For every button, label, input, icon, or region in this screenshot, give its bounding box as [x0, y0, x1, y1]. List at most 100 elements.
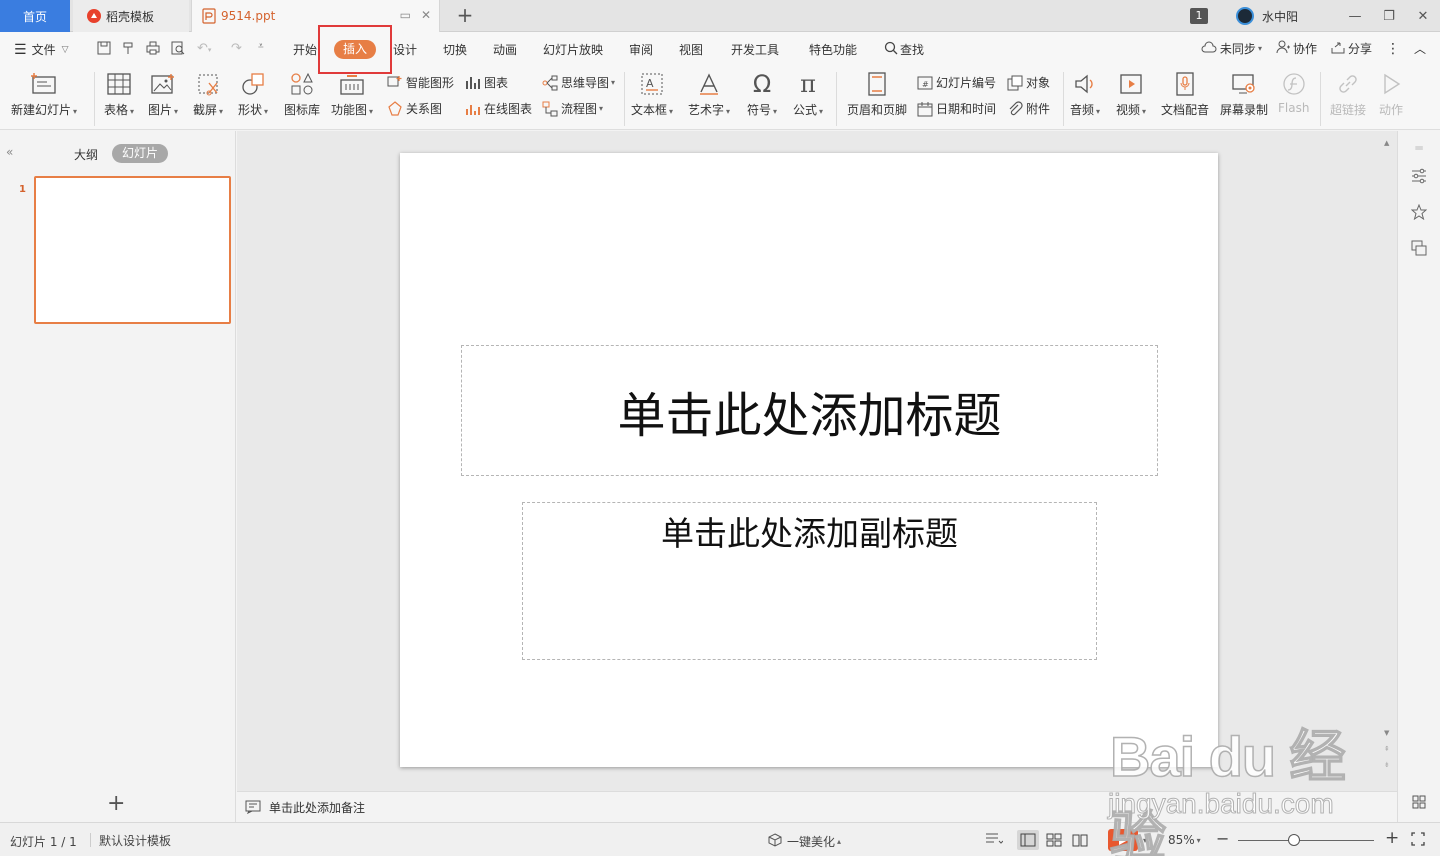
tab-close-icon[interactable]: ✕ [421, 8, 431, 22]
tab-animation[interactable]: 动画 [493, 41, 517, 58]
object-button[interactable]: 对象 [1007, 74, 1050, 91]
star-icon[interactable] [1410, 203, 1428, 221]
title-placeholder[interactable]: 单击此处添加标题 [461, 345, 1158, 476]
restore-icon[interactable]: ❐ [1372, 9, 1406, 24]
icon-library-button[interactable]: 图标库 [284, 70, 320, 118]
tab-slideshow[interactable]: 幻灯片放映 [543, 41, 603, 58]
find-button[interactable]: 查找 [884, 41, 924, 58]
collapse-panel-icon[interactable]: « [6, 145, 13, 159]
mindmap-label: 思维导图 [561, 76, 610, 90]
add-slide-button[interactable]: + [107, 791, 125, 816]
scroll-down-icon[interactable]: ▼ [1384, 729, 1389, 737]
prev-page-icon[interactable]: ⇞ [1384, 745, 1390, 753]
play-action-icon [1377, 70, 1405, 98]
tab-outline[interactable]: 大纲 [74, 146, 98, 163]
shape-button[interactable]: 形状 ▾ [238, 70, 268, 118]
collab-button[interactable]: 协作 [1276, 40, 1317, 57]
collapse-ribbon-icon[interactable]: ︿ [1414, 40, 1426, 57]
reading-view-icon[interactable] [1069, 830, 1091, 850]
screen-record-button[interactable]: 屏幕录制 [1220, 70, 1268, 118]
mindmap-button[interactable]: 思维导图 ▾ [542, 74, 615, 91]
tab-special[interactable]: 特色功能 [809, 41, 857, 58]
wordart-button[interactable]: 艺术字 ▾ [688, 70, 730, 118]
scroll-up-icon[interactable]: ▲ [1384, 139, 1389, 147]
copy-slides-icon[interactable] [1410, 239, 1428, 257]
action-button[interactable]: 动作 [1377, 70, 1405, 118]
tab-home[interactable]: 首页 [0, 0, 70, 32]
file-menu[interactable]: ☰ 文件 ▽ [14, 41, 69, 58]
more-menu-icon[interactable]: ⋮ [1386, 41, 1400, 57]
share-button[interactable]: 分享 [1331, 40, 1372, 57]
notes-toggle-icon[interactable] [985, 832, 1003, 846]
close-window-icon[interactable]: ✕ [1406, 9, 1440, 24]
header-footer-button[interactable]: 页眉和页脚 [847, 70, 907, 118]
format-painter-icon[interactable] [121, 41, 135, 59]
next-page-icon[interactable]: ⇟ [1384, 761, 1390, 769]
audio-button[interactable]: 音频 ▾ [1070, 70, 1100, 118]
vertical-scrollbar[interactable]: ▲ ▼ ⇞ ⇟ [1384, 139, 1392, 769]
customize-quick-access-icon[interactable]: ⩡ [258, 41, 264, 52]
tab-view[interactable]: 视图 [679, 41, 703, 58]
new-tab-button[interactable]: + [454, 4, 476, 26]
tab-insert[interactable]: 插入 [334, 40, 376, 59]
zoom-in-icon[interactable]: + [1385, 828, 1399, 848]
tab-transition[interactable]: 切换 [443, 41, 467, 58]
beautify-button[interactable]: 一键美化 ▴ [768, 833, 841, 850]
play-slideshow-button[interactable] [1108, 829, 1138, 851]
zoom-out-icon[interactable]: − [1216, 829, 1229, 848]
relation-chart-button[interactable]: 关系图 [387, 100, 442, 117]
avatar[interactable] [1235, 7, 1254, 25]
smart-art-button[interactable]: 智能图形 [387, 74, 454, 91]
slide-sorter-icon[interactable] [1043, 830, 1065, 850]
formula-button[interactable]: π 公式 ▾ [793, 70, 823, 118]
normal-view-icon[interactable] [1017, 830, 1039, 850]
online-chart-button[interactable]: 在线图表 [465, 100, 532, 117]
table-button[interactable]: 表格 ▾ [104, 70, 134, 118]
slide-canvas[interactable]: 单击此处添加标题 单击此处添加副标题 [400, 153, 1218, 767]
properties-icon[interactable] [1410, 167, 1428, 185]
zoom-level[interactable]: 85% ▾ [1168, 833, 1201, 847]
datetime-button[interactable]: 日期和时间 [917, 100, 996, 117]
zoom-slider[interactable] [1238, 840, 1374, 841]
fit-window-icon[interactable] [1411, 832, 1425, 846]
tab-template[interactable]: 稻壳模板 [73, 0, 189, 32]
subtitle-placeholder[interactable]: 单击此处添加副标题 [522, 502, 1097, 660]
tab-home-ribbon[interactable]: 开始 [293, 41, 317, 58]
tab-slides[interactable]: 幻灯片 [112, 144, 168, 163]
textbox-button[interactable]: A 文本框 ▾ [631, 70, 673, 118]
print-preview-icon[interactable] [171, 41, 185, 59]
chart-button[interactable]: 图表 [465, 74, 508, 91]
new-slide-button[interactable]: 新建幻灯片 ▾ [11, 70, 77, 118]
attachment-button[interactable]: 附件 [1007, 100, 1050, 117]
minimize-icon[interactable]: — [1338, 9, 1372, 24]
symbol-button[interactable]: Ω 符号 ▾ [747, 70, 777, 118]
tab-review[interactable]: 审阅 [629, 41, 653, 58]
doc-dubbing-button[interactable]: 文档配音 [1161, 70, 1209, 118]
hyperlink-button[interactable]: 超链接 [1330, 70, 1366, 118]
flowchart-button[interactable]: 流程图 ▾ [542, 100, 603, 117]
picture-button[interactable]: 图片 ▾ [148, 70, 178, 118]
slide-thumbnail[interactable] [34, 176, 231, 324]
share-label: 分享 [1347, 42, 1372, 56]
tab-design[interactable]: 设计 [393, 41, 417, 58]
grid-view-icon[interactable] [1410, 793, 1428, 811]
video-button[interactable]: 视频 ▾ [1116, 70, 1146, 118]
screenshot-button[interactable]: 截屏 ▾ [193, 70, 223, 118]
save-icon[interactable] [97, 41, 111, 59]
function-chart-button[interactable]: 功能图 ▾ [331, 70, 373, 118]
undo-icon[interactable]: ↶▾ [197, 41, 211, 56]
play-options-icon[interactable]: ▾ [1143, 836, 1147, 845]
notes-bar[interactable]: 单击此处添加备注 [237, 791, 1397, 822]
slide-number-button[interactable]: # 幻灯片编号 [917, 74, 996, 91]
tab-document[interactable]: 9514.ppt ▭ ✕ [191, 0, 440, 32]
user-name[interactable]: 水中阳 [1262, 8, 1298, 25]
flash-button[interactable]: Flash [1278, 70, 1309, 115]
theme-name[interactable]: 默认设计模板 [90, 833, 171, 848]
tab-pin-icon[interactable]: ▭ [400, 8, 411, 22]
tab-developer[interactable]: 开发工具 [731, 41, 779, 58]
redo-icon[interactable]: ↷ [231, 41, 242, 56]
sync-button[interactable]: 未同步 ▾ [1201, 40, 1262, 57]
print-icon[interactable] [146, 41, 160, 59]
window-count-badge[interactable]: 1 [1189, 8, 1208, 24]
zoom-slider-handle[interactable] [1288, 834, 1300, 846]
